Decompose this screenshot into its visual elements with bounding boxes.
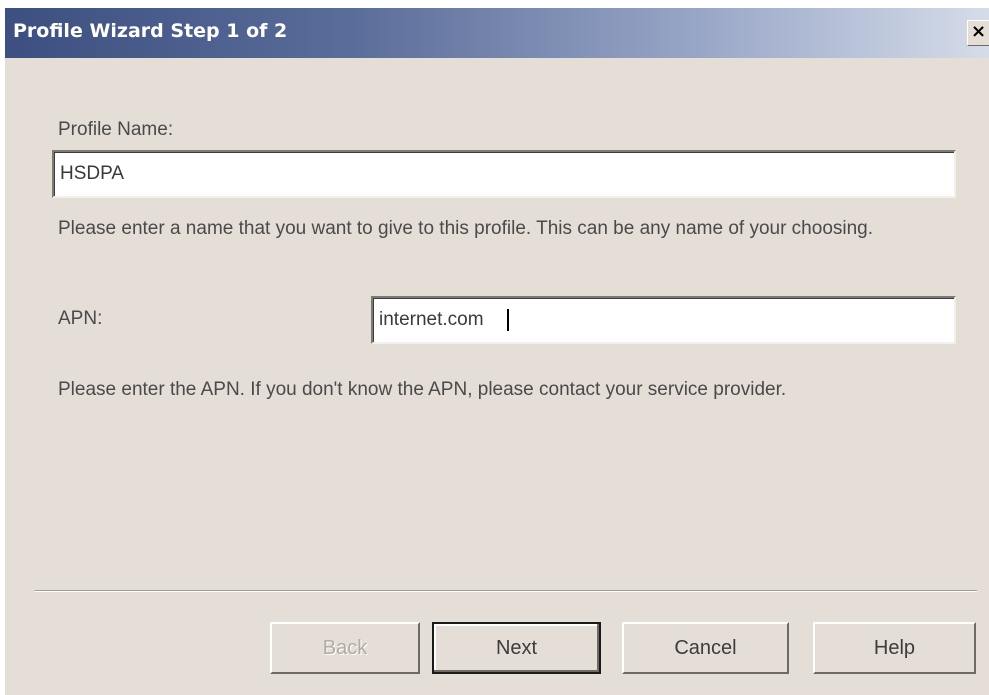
- apn-help-text: Please enter the APN. If you don't know …: [58, 379, 787, 400]
- apn-label: APN:: [58, 308, 103, 329]
- back-button[interactable]: Back: [270, 622, 420, 674]
- help-button[interactable]: Help: [813, 622, 976, 674]
- title-bar[interactable]: Profile Wizard Step 1 of 2 ×: [5, 8, 989, 58]
- close-button[interactable]: ×: [967, 20, 989, 46]
- profile-name-label: Profile Name:: [58, 119, 174, 140]
- profile-name-input[interactable]: [52, 150, 956, 198]
- profile-wizard-dialog: Profile Wizard Step 1 of 2 × Profile Nam…: [5, 8, 989, 695]
- text-caret: [507, 309, 509, 331]
- next-button[interactable]: Next: [432, 622, 601, 674]
- cancel-button[interactable]: Cancel: [622, 622, 789, 674]
- apn-input[interactable]: [371, 296, 956, 344]
- close-icon: ×: [970, 21, 987, 42]
- profile-name-help-text: Please enter a name that you want to giv…: [58, 218, 874, 239]
- button-separator: [35, 590, 977, 592]
- window-title: Profile Wizard Step 1 of 2: [13, 20, 288, 42]
